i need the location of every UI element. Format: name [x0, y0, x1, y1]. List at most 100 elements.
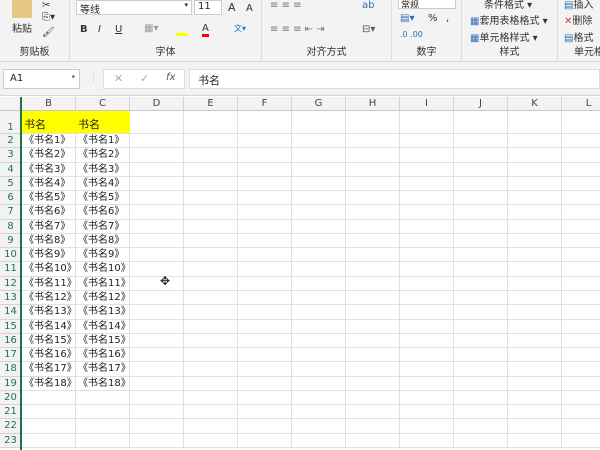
cell-G11[interactable]: [292, 262, 346, 277]
cell-K18[interactable]: [508, 362, 562, 377]
cell-J1[interactable]: [454, 111, 508, 134]
cell-D7[interactable]: [130, 205, 184, 220]
cell-C19[interactable]: 《书名18》: [76, 376, 131, 391]
cell-C4[interactable]: 《书名3》: [76, 162, 130, 177]
cell-H2[interactable]: [346, 134, 400, 149]
cell-K2[interactable]: [508, 134, 562, 149]
cell-I2[interactable]: [400, 134, 454, 149]
cell-E12[interactable]: [184, 276, 238, 291]
align-horizontal-icons[interactable]: ≡ ≡ ≡ ⇤ ⇥: [270, 24, 325, 35]
cell-B5[interactable]: 《书名4》: [22, 176, 76, 192]
underline-button[interactable]: U: [115, 24, 122, 35]
cell-G14[interactable]: [292, 305, 346, 320]
align-icons[interactable]: ≡ ≡ ≡: [270, 0, 302, 11]
cell-K20[interactable]: [508, 390, 562, 406]
cell-F17[interactable]: [238, 348, 292, 363]
cell-I10[interactable]: [400, 248, 454, 263]
cell-H6[interactable]: [346, 191, 400, 206]
row-header-3[interactable]: 3: [0, 148, 21, 163]
cell-E8[interactable]: [184, 219, 238, 234]
cell-F5[interactable]: [238, 176, 292, 192]
cell-J5[interactable]: [454, 176, 508, 192]
cell-J3[interactable]: [454, 148, 508, 163]
column-header-F[interactable]: F: [238, 97, 292, 111]
cell-C6[interactable]: 《书名5》: [76, 191, 130, 206]
cell-C7[interactable]: 《书名6》: [76, 205, 130, 220]
row-header-2[interactable]: 2: [0, 134, 21, 149]
cell-L1[interactable]: [562, 111, 600, 134]
row-header-15[interactable]: 15: [0, 319, 21, 334]
cell-F12[interactable]: [238, 276, 292, 291]
cell-F2[interactable]: [238, 134, 292, 149]
cell-I8[interactable]: [400, 219, 454, 234]
cell-J12[interactable]: [454, 276, 508, 291]
number-format-select[interactable]: 常规: [398, 0, 456, 9]
cell-B13[interactable]: 《书名12》: [22, 290, 77, 306]
cell-I14[interactable]: [400, 305, 454, 320]
cut-icon[interactable]: ✂: [42, 0, 50, 11]
cell-F14[interactable]: [238, 305, 292, 320]
cell-I3[interactable]: [400, 148, 454, 163]
row-header-10[interactable]: 10: [0, 248, 21, 263]
column-header-B[interactable]: B: [22, 97, 76, 111]
cell-F10[interactable]: [238, 248, 292, 263]
worksheet-grid[interactable]: B C D E F G H I J K L 1 书名 书名 2 《书名1》 《书名1》 3 《书名2》 《书名2》 4 《…: [0, 97, 600, 450]
cell-L18[interactable]: [562, 362, 600, 377]
cell-I5[interactable]: [400, 176, 454, 192]
cell-H4[interactable]: [346, 162, 400, 177]
cell-F15[interactable]: [238, 319, 292, 334]
cell-J15[interactable]: [454, 319, 508, 334]
cell-F1[interactable]: [238, 111, 292, 134]
format-button[interactable]: ▤格式: [564, 29, 593, 44]
shrink-font-button[interactable]: A: [246, 3, 253, 14]
cell-L11[interactable]: [562, 262, 600, 277]
cell-L9[interactable]: [562, 234, 600, 249]
cell-B6[interactable]: 《书名5》: [22, 191, 76, 206]
cell-B10[interactable]: 《书名9》: [22, 248, 76, 263]
cell-L7[interactable]: [562, 205, 600, 220]
cell-K7[interactable]: [508, 205, 562, 220]
cell-B9[interactable]: 《书名8》: [22, 233, 76, 249]
cell-F18[interactable]: [238, 362, 292, 377]
cell-B8[interactable]: 《书名7》: [22, 219, 76, 234]
cell-G20[interactable]: [292, 390, 346, 406]
cell-D8[interactable]: [130, 219, 184, 234]
grow-font-button[interactable]: A: [228, 1, 236, 14]
insert-function-button[interactable]: fx: [166, 72, 175, 83]
cell-K6[interactable]: [508, 191, 562, 206]
cell-I20[interactable]: [400, 390, 454, 406]
cell-J21[interactable]: [454, 405, 508, 420]
cell-H8[interactable]: [346, 219, 400, 234]
cell-D6[interactable]: [130, 191, 184, 206]
cell-I16[interactable]: [400, 333, 454, 349]
cell-K1[interactable]: [508, 111, 562, 134]
font-name-select[interactable]: 等线 ▾: [76, 0, 192, 16]
cell-J7[interactable]: [454, 205, 508, 220]
cell-H3[interactable]: [346, 148, 400, 163]
row-header-9[interactable]: 9: [0, 233, 21, 249]
cell-J13[interactable]: [454, 290, 508, 306]
row-header-6[interactable]: 6: [0, 191, 21, 206]
cell-D13[interactable]: [130, 290, 184, 306]
cell-F19[interactable]: [238, 376, 292, 391]
cell-I1[interactable]: [400, 111, 454, 134]
cell-I13[interactable]: [400, 290, 454, 306]
cell-G17[interactable]: [292, 348, 346, 363]
cell-D14[interactable]: [130, 305, 184, 320]
cell-D22[interactable]: [130, 419, 184, 434]
cell-C17[interactable]: 《书名16》: [76, 348, 131, 363]
cell-H23[interactable]: [346, 433, 400, 448]
cell-C20[interactable]: [76, 390, 130, 406]
cell-C12[interactable]: 《书名11》: [76, 276, 131, 291]
cell-D21[interactable]: [130, 405, 184, 420]
select-all-button[interactable]: [0, 97, 21, 111]
cell-G2[interactable]: [292, 134, 346, 149]
cell-E9[interactable]: [184, 233, 238, 249]
column-header-J[interactable]: J: [454, 97, 508, 111]
cell-L15[interactable]: [562, 320, 600, 334]
cell-J9[interactable]: [454, 233, 508, 249]
cell-H12[interactable]: [346, 276, 400, 291]
delete-button[interactable]: ✕删除: [564, 12, 592, 27]
cell-F20[interactable]: [238, 390, 292, 406]
cell-L12[interactable]: [562, 277, 600, 291]
